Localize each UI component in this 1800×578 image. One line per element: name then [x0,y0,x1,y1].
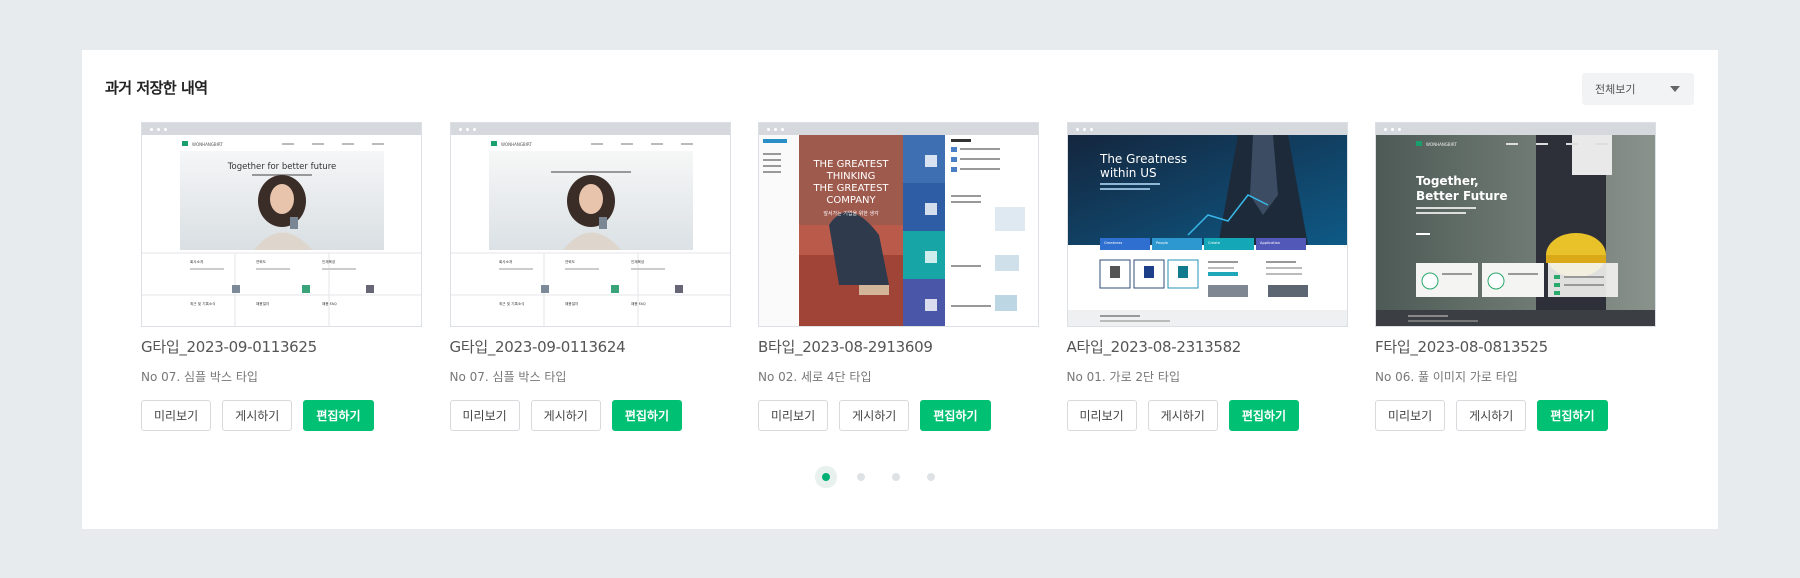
section-title: 과거 저장한 내역 [105,79,208,97]
preview-button[interactable]: 미리보기 [1066,400,1137,431]
card-subtitle: No 06. 풀 이미지 가로 타입 [1375,370,1518,384]
card-thumbnail[interactable]: WONHANGBIRT 회사소개 연혁도 인재육성 최근 및 기록소식 채용절차… [449,122,731,327]
browser-dots-icon [759,123,1038,135]
filter-dropdown[interactable]: 전체보기 [1582,73,1694,105]
preview-hero-text: Together for better future [227,162,336,172]
page-dot-1[interactable] [822,473,830,481]
saved-card: WONHANGBIRT Together, Better Future F타입_… [1375,122,1656,431]
browser-dots-icon [1067,123,1347,135]
page-dot-4[interactable] [927,473,935,481]
card-subtitle: No 02. 세로 4단 타입 [758,370,872,384]
preview-hero-line: THE GREATEST [812,183,889,194]
card-actions: 미리보기 게시하기 편집하기 [1375,400,1656,431]
publish-button[interactable]: 게시하기 [1456,400,1527,431]
site-preview-image: THE GREATEST THINKING THE GREATEST COMPA… [759,135,1038,326]
card-thumbnail[interactable]: WONHANGBIRT Together, Better Future [1375,122,1656,327]
preview-tile-label: 채용절차 [565,301,579,306]
card-title: G타입_2023-09-0113624 [449,338,626,356]
page-dot-2[interactable] [857,473,865,481]
preview-brand: WONHANGBIRT [192,142,223,147]
preview-tile-label: 채용절차 [256,301,270,306]
preview-button[interactable]: 미리보기 [141,400,212,431]
preview-tile-label: 인재육성 [631,259,644,264]
preview-tab-label: Greatness [1104,241,1122,245]
preview-hero-line: THINKING [826,171,876,182]
card-actions: 미리보기 게시하기 편집하기 [1066,400,1348,431]
preview-hero-line: THE GREATEST [812,159,889,170]
preview-tile-label: 연혁도 [565,259,576,264]
preview-hero-line: COMPANY [826,195,876,206]
card-subtitle: No 07. 심플 박스 타입 [449,370,567,384]
browser-dots-icon [1376,123,1655,135]
preview-hero-sub: 앞서가는 기업을 위한 생각 [823,210,879,217]
caret-down-icon [1670,86,1680,92]
preview-hero-line: Better Future [1416,189,1507,203]
page-dot-3[interactable] [892,473,900,481]
publish-button[interactable]: 게시하기 [222,400,293,431]
filter-selected-label: 전체보기 [1595,83,1636,96]
browser-dots-icon [142,123,421,135]
preview-tile-label: 채용 FAQ [631,301,646,306]
card-thumbnail[interactable]: WONHANGBIRT Together for better future 회… [141,122,422,327]
preview-tile-label: 최근 및 기록소식 [190,301,215,306]
preview-button[interactable]: 미리보기 [758,400,829,431]
edit-button[interactable]: 편집하기 [1228,400,1300,431]
preview-button[interactable]: 미리보기 [1375,400,1446,431]
saved-card: WONHANGBIRT 회사소개 연혁도 인재육성 최근 및 기록소식 채용절차… [449,122,731,431]
site-preview-image: WONHANGBIRT 회사소개 연혁도 인재육성 최근 및 기록소식 채용절차… [450,135,730,326]
card-actions: 미리보기 게시하기 편집하기 [449,400,731,431]
preview-button[interactable]: 미리보기 [449,400,520,431]
preview-tab-label: People [1156,241,1169,245]
card-actions: 미리보기 게시하기 편집하기 [141,400,422,431]
preview-brand: WONHANGBIRT [1426,142,1457,147]
card-subtitle: No 07. 심플 박스 타입 [141,370,258,384]
publish-button[interactable]: 게시하기 [530,400,601,431]
pagination [822,473,935,481]
card-title: F타입_2023-08-0813525 [1375,338,1548,356]
preview-tile-label: 연혁도 [256,259,267,264]
edit-button[interactable]: 편집하기 [920,400,991,431]
publish-button[interactable]: 게시하기 [1147,400,1218,431]
card-thumbnail[interactable]: The Greatness within US Greatness People… [1066,122,1348,327]
edit-button[interactable]: 편집하기 [303,400,374,431]
saved-card: The Greatness within US Greatness People… [1066,122,1348,431]
site-preview-image: The Greatness within US Greatness People… [1067,135,1347,326]
preview-tile-label: 채용 FAQ [322,301,337,306]
card-subtitle: No 01. 가로 2단 타입 [1066,370,1181,384]
site-preview-image: WONHANGBIRT Together, Better Future [1376,135,1655,326]
preview-tab-label: Create [1208,241,1221,245]
edit-button[interactable]: 편집하기 [1537,400,1608,431]
card-title: G타입_2023-09-0113625 [141,338,317,356]
saved-card: WONHANGBIRT Together for better future 회… [141,122,422,431]
preview-hero-line: The Greatness [1099,152,1187,166]
saved-card: THE GREATEST THINKING THE GREATEST COMPA… [758,122,1039,431]
publish-button[interactable]: 게시하기 [839,400,910,431]
preview-hero-line: Together, [1416,174,1479,188]
preview-tile-label: 인재육성 [322,259,335,264]
preview-tab-label: Application [1260,241,1280,245]
preview-tile-label: 회사소개 [499,259,512,264]
browser-dots-icon [450,123,730,135]
saved-history-panel: 과거 저장한 내역 전체보기 WONHANGBIRT Together for … [82,50,1718,529]
card-actions: 미리보기 게시하기 편집하기 [758,400,1039,431]
preview-brand: WONHANGBIRT [501,142,532,147]
edit-button[interactable]: 편집하기 [611,400,683,431]
preview-tile-label: 최근 및 기록소식 [499,301,524,306]
preview-hero-line: within US [1100,166,1157,180]
card-list: WONHANGBIRT Together for better future 회… [141,122,1656,431]
card-title: A타입_2023-08-2313582 [1066,338,1242,356]
site-preview-image: WONHANGBIRT Together for better future 회… [142,135,421,326]
card-thumbnail[interactable]: THE GREATEST THINKING THE GREATEST COMPA… [758,122,1039,327]
preview-tile-label: 회사소개 [190,259,203,264]
card-title: B타입_2023-08-2913609 [758,338,933,356]
